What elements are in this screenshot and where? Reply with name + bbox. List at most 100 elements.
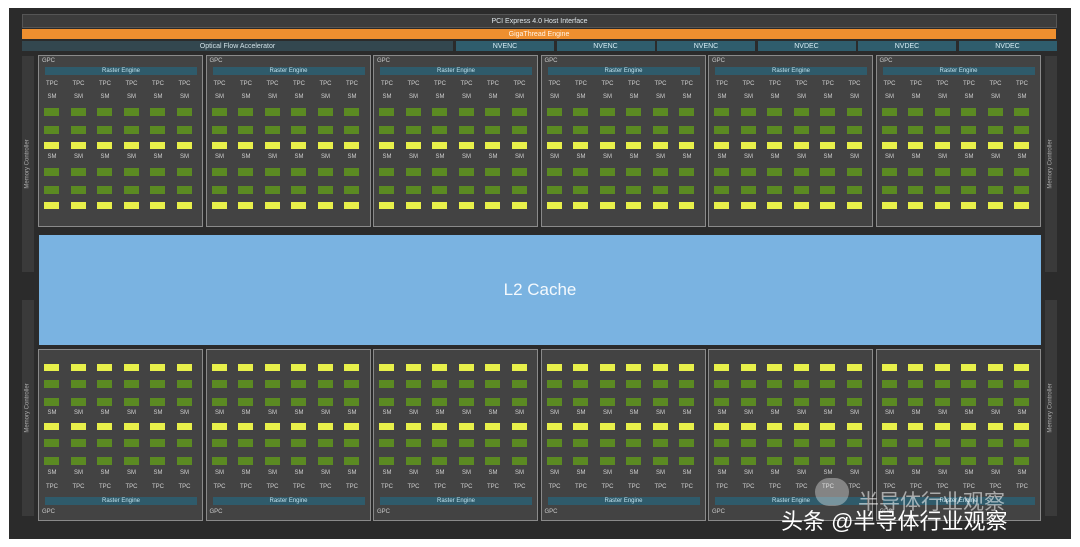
sm-label: SM [294, 410, 304, 416]
sm-block [264, 439, 280, 447]
sm-label: SM [744, 94, 753, 100]
tpc-label: TPC [346, 81, 358, 87]
sm-block [881, 186, 897, 194]
memory-controller-label: Memory Controller [1048, 139, 1055, 189]
sm-block [44, 126, 59, 134]
sm-block [652, 126, 668, 134]
sm-block [679, 126, 694, 134]
rt-core-block [344, 202, 359, 209]
sm-block [820, 439, 835, 447]
sm-block [97, 398, 112, 406]
rt-core-block [626, 202, 641, 209]
tpc-label: TPC [654, 81, 667, 87]
rt-core-block [97, 423, 112, 430]
sm-label: SM [127, 470, 136, 476]
sm-block [432, 380, 447, 388]
sm-block [176, 457, 192, 465]
optical-flow-accelerator: Optical Flow Accelerator [22, 41, 453, 51]
sm-block [97, 457, 112, 465]
sm-block [740, 380, 756, 388]
raster-engine: Raster Engine [45, 67, 197, 75]
rt-core-block [238, 202, 253, 209]
sm-label: SM [682, 410, 692, 416]
tpc-label: TPC [72, 484, 85, 490]
sm-block [317, 380, 333, 388]
sm-label: SM [462, 470, 471, 476]
rt-core-block [238, 142, 253, 149]
sm-block [881, 439, 897, 447]
rt-core-block [211, 142, 227, 149]
rt-core-block [961, 364, 976, 371]
rt-core-block [511, 142, 527, 149]
rt-core-block [317, 423, 333, 430]
sm-label: SM [180, 410, 189, 416]
rt-core-block [987, 142, 1003, 149]
rt-core-block [176, 364, 192, 371]
sm-block [150, 108, 165, 116]
rt-core-block [793, 142, 809, 149]
sm-label: SM [488, 94, 498, 100]
rt-core-block [961, 423, 976, 430]
sm-block [987, 186, 1003, 194]
tpc-label: TPC [266, 81, 279, 87]
tpc-label: TPC [460, 81, 473, 87]
sm-label: SM [74, 470, 83, 476]
sm-block [432, 126, 447, 134]
tpc-label: TPC [266, 484, 279, 490]
sm-label: SM [321, 410, 330, 416]
rt-core-block [987, 364, 1003, 371]
sm-block [511, 168, 527, 176]
sm-label: SM [382, 154, 392, 160]
sm-label: SM [885, 410, 894, 416]
rt-core-block [652, 202, 668, 209]
sm-label: SM [850, 410, 859, 416]
rt-core-block [97, 364, 112, 371]
pcie-host-interface: PCI Express 4.0 Host Interface [22, 14, 1057, 28]
sm-block [123, 108, 139, 116]
sm-label: SM [268, 410, 277, 416]
sm-block [679, 439, 694, 447]
tpc-label: TPC [963, 81, 975, 87]
sm-label: SM [656, 154, 665, 160]
sm-label: SM [382, 410, 392, 416]
sm-block [846, 398, 862, 406]
sm-block [458, 439, 474, 447]
sm-block [379, 168, 394, 176]
rt-core-block [846, 202, 862, 209]
sm-block [317, 126, 333, 134]
sm-block [881, 168, 897, 176]
sm-block [793, 126, 809, 134]
sm-block [511, 186, 527, 194]
sm-block [291, 126, 306, 134]
sm-block [767, 126, 782, 134]
sm-block [211, 457, 227, 465]
sm-label: SM [885, 470, 894, 476]
tpc-label: TPC [513, 484, 526, 490]
sm-block [264, 398, 280, 406]
sm-block [546, 186, 562, 194]
rt-core-block [97, 142, 112, 149]
tpc-label: TPC [883, 81, 896, 87]
tpc-label: TPC [513, 81, 526, 87]
sm-block [70, 168, 86, 176]
sm-block [714, 457, 729, 465]
sm-block [150, 168, 165, 176]
sm-block [740, 186, 756, 194]
sm-block [961, 168, 976, 176]
sm-block [1014, 186, 1029, 194]
sm-label: SM [215, 94, 224, 100]
sm-label: SM [850, 470, 859, 476]
sm-block [176, 439, 192, 447]
sm-label: SM [515, 94, 524, 100]
sm-block [679, 108, 694, 116]
rt-core-block [908, 202, 923, 209]
rt-core-block [740, 364, 756, 371]
sm-block [961, 457, 976, 465]
gpc-label: GPC [209, 58, 223, 64]
sm-label: SM [576, 470, 586, 476]
sm-label: SM [462, 154, 471, 160]
sm-block [820, 168, 835, 176]
rt-core-block [987, 202, 1003, 209]
rt-core-block [1014, 202, 1029, 209]
rt-core-block [458, 364, 474, 371]
